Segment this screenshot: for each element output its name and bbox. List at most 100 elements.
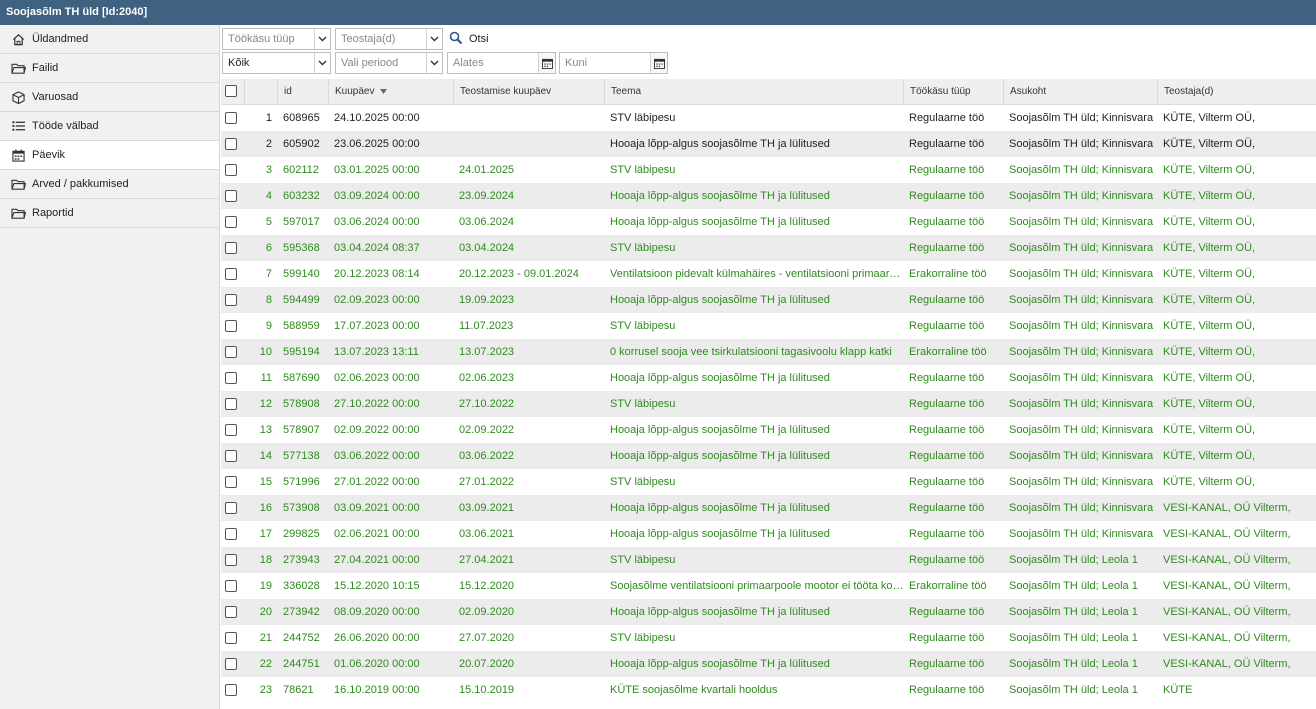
table-row[interactable]: 9 588959 17.07.2023 00:00 11.07.2023 STV läb… bbox=[221, 313, 1316, 339]
window-title: Soojasõlm TH üld [Id:2040] bbox=[0, 0, 1316, 25]
sidebar-item-toode-valbad[interactable]: Tööde välbad bbox=[0, 112, 219, 141]
sidebar-item-arved-pakkumised[interactable]: Arved / pakkumised bbox=[0, 170, 219, 199]
row-checkbox[interactable] bbox=[225, 528, 237, 541]
sidebar-item-raportid[interactable]: Raportid bbox=[0, 199, 219, 228]
sidebar-item-paevik[interactable]: Päevik bbox=[0, 141, 219, 170]
cell-type: Regulaarne töö bbox=[909, 528, 985, 540]
status-select[interactable]: Kõik bbox=[222, 52, 331, 74]
row-checkbox[interactable] bbox=[225, 216, 237, 229]
header-subject[interactable]: Teema bbox=[605, 79, 904, 105]
row-checkbox[interactable] bbox=[225, 164, 237, 177]
cell-type: Regulaarne töö bbox=[909, 112, 985, 124]
row-checkbox[interactable] bbox=[225, 372, 237, 385]
cell-done: 27.07.2020 bbox=[459, 632, 515, 644]
row-checkbox[interactable] bbox=[225, 476, 237, 489]
cell-nr: 16 bbox=[259, 502, 272, 514]
sidebar-item-failid[interactable]: Failid bbox=[0, 54, 219, 83]
cell-ordered: 27.04.2021 00:00 bbox=[334, 554, 420, 566]
row-checkbox[interactable] bbox=[225, 502, 237, 515]
table-row[interactable]: 23 78621 16.10.2019 00:00 15.10.2019 KÜTE so… bbox=[221, 677, 1316, 703]
cell-subject: Hooaja lõpp-algus soojasõlme TH ja lülit… bbox=[610, 606, 830, 618]
cell-done bbox=[454, 105, 605, 131]
cell-performer: KÜTE, Vilterm OÜ, bbox=[1163, 112, 1256, 124]
cell-ordered: 08.09.2020 00:00 bbox=[334, 606, 420, 618]
row-checkbox[interactable] bbox=[225, 632, 237, 645]
row-checkbox[interactable] bbox=[225, 294, 237, 307]
row-checkbox[interactable] bbox=[225, 450, 237, 463]
table-row[interactable]: 6 595368 03.04.2024 08:37 03.04.2024 STV läb… bbox=[221, 235, 1316, 261]
header-performer[interactable]: Teostaja(d) bbox=[1158, 79, 1316, 105]
table-row[interactable]: 18 273943 27.04.2021 00:00 27.04.2021 STV lä… bbox=[221, 547, 1316, 573]
table-row[interactable]: 1 608965 24.10.2025 00:00 STV läbipesu Regul… bbox=[221, 105, 1316, 131]
row-checkbox[interactable] bbox=[225, 346, 237, 359]
from-date-input[interactable]: Alates bbox=[447, 52, 556, 74]
row-checkbox[interactable] bbox=[225, 606, 237, 619]
row-checkbox[interactable] bbox=[225, 580, 237, 593]
to-date-input[interactable]: Kuni bbox=[559, 52, 668, 74]
cell-nr: 22 bbox=[259, 658, 272, 670]
row-checkbox[interactable] bbox=[225, 190, 237, 203]
table-row[interactable]: 20 273942 08.09.2020 00:00 02.09.2020 Hooaja… bbox=[221, 599, 1316, 625]
performer-select-text: Teostaja(d) bbox=[341, 33, 396, 45]
table-row[interactable]: 8 594499 02.09.2023 00:00 19.09.2023 Hooaja … bbox=[221, 287, 1316, 313]
table-row[interactable]: 19 336028 15.12.2020 10:15 15.12.2020 Soojas… bbox=[221, 573, 1316, 599]
row-checkbox[interactable] bbox=[225, 658, 237, 671]
row-checkbox[interactable] bbox=[225, 268, 237, 281]
cell-location: Soojasõlm TH üld; Kinnisvara bbox=[1009, 216, 1154, 228]
header-done[interactable]: Teostamise kuupäev bbox=[454, 79, 605, 105]
row-checkbox[interactable] bbox=[225, 398, 237, 411]
sidebar-item-varuosad[interactable]: Varuosad bbox=[0, 83, 219, 112]
row-select-cell bbox=[221, 365, 245, 391]
table-row[interactable]: 22 244751 01.06.2020 00:00 20.07.2020 Hooaja… bbox=[221, 651, 1316, 677]
row-checkbox[interactable] bbox=[225, 242, 237, 255]
table-row[interactable]: 3 602112 03.01.2025 00:00 24.01.2025 STV läb… bbox=[221, 157, 1316, 183]
table-row[interactable]: 2 605902 23.06.2025 00:00 Hooaja lõpp-algus… bbox=[221, 131, 1316, 157]
calendar-icon[interactable] bbox=[538, 53, 555, 73]
cell-nr: 23 bbox=[259, 684, 272, 696]
row-select-cell bbox=[221, 547, 245, 573]
table-row[interactable]: 21 244752 26.06.2020 00:00 27.07.2020 STV lä… bbox=[221, 625, 1316, 651]
search-button[interactable]: Otsi bbox=[449, 29, 489, 49]
row-checkbox[interactable] bbox=[225, 554, 237, 567]
work-type-select[interactable]: Töökäsu tüüp bbox=[222, 28, 331, 50]
table-row[interactable]: 17 299825 02.06.2021 00:00 03.06.2021 Hooaja… bbox=[221, 521, 1316, 547]
table-row[interactable]: 7 599140 20.12.2023 08:14 20.12.2023 - 09.0… bbox=[221, 261, 1316, 287]
row-checkbox[interactable] bbox=[225, 138, 237, 151]
calendar-icon[interactable] bbox=[650, 53, 667, 73]
cell-location: Soojasõlm TH üld; Kinnisvara bbox=[1009, 138, 1154, 150]
row-select-cell bbox=[221, 599, 245, 625]
table-row[interactable]: 5 597017 03.06.2024 00:00 03.06.2024 Hooaja … bbox=[221, 209, 1316, 235]
table-row[interactable]: 13 578907 02.09.2022 00:00 02.09.2022 Hooaja… bbox=[221, 417, 1316, 443]
row-select-cell bbox=[221, 157, 245, 183]
cell-subject: Hooaja lõpp-algus soojasõlme TH ja lülit… bbox=[610, 528, 830, 540]
table-row[interactable]: 12 578908 27.10.2022 00:00 27.10.2022 STV lä… bbox=[221, 391, 1316, 417]
row-checkbox[interactable] bbox=[225, 424, 237, 437]
cell-nr: 15 bbox=[259, 476, 272, 488]
cell-nr: 6 bbox=[265, 242, 272, 254]
header-ordered[interactable]: Kuupäev bbox=[329, 79, 454, 105]
header-id[interactable]: id bbox=[278, 79, 329, 105]
cell-id: 571996 bbox=[283, 476, 320, 488]
row-checkbox[interactable] bbox=[225, 320, 237, 333]
cell-performer: KÜTE, Vilterm OÜ, bbox=[1163, 190, 1256, 202]
header-type[interactable]: Töökäsu tüüp bbox=[904, 79, 1004, 105]
table-row[interactable]: 11 587690 02.06.2023 00:00 02.06.2023 Hooaja… bbox=[221, 365, 1316, 391]
performer-select[interactable]: Teostaja(d) bbox=[335, 28, 443, 50]
table-row[interactable]: 10 595194 13.07.2023 13:11 13.07.2023 0 korr… bbox=[221, 339, 1316, 365]
cell-id: 595194 bbox=[283, 346, 320, 358]
cell-type: Regulaarne töö bbox=[909, 294, 985, 306]
header-location[interactable]: Asukoht bbox=[1004, 79, 1158, 105]
row-checkbox[interactable] bbox=[225, 112, 237, 125]
row-checkbox[interactable] bbox=[225, 684, 237, 697]
period-select[interactable]: Vali periood bbox=[335, 52, 443, 74]
table-row[interactable]: 15 571996 27.01.2022 00:00 27.01.2022 STV lä… bbox=[221, 469, 1316, 495]
cell-performer: VESI-KANAL, OÜ Vilterm, bbox=[1163, 580, 1291, 592]
cell-id: 599140 bbox=[283, 268, 320, 280]
sidebar-item-label: Päevik bbox=[32, 149, 66, 161]
row-select-cell bbox=[221, 651, 245, 677]
table-row[interactable]: 14 577138 03.06.2022 00:00 03.06.2022 Hooaja… bbox=[221, 443, 1316, 469]
table-row[interactable]: 4 603232 03.09.2024 00:00 23.09.2024 Hooaja … bbox=[221, 183, 1316, 209]
table-row[interactable]: 16 573908 03.09.2021 00:00 03.09.2021 Hooaja… bbox=[221, 495, 1316, 521]
select-all-checkbox[interactable] bbox=[225, 85, 237, 98]
sidebar-item-yldandmed[interactable]: Üldandmed bbox=[0, 25, 219, 54]
